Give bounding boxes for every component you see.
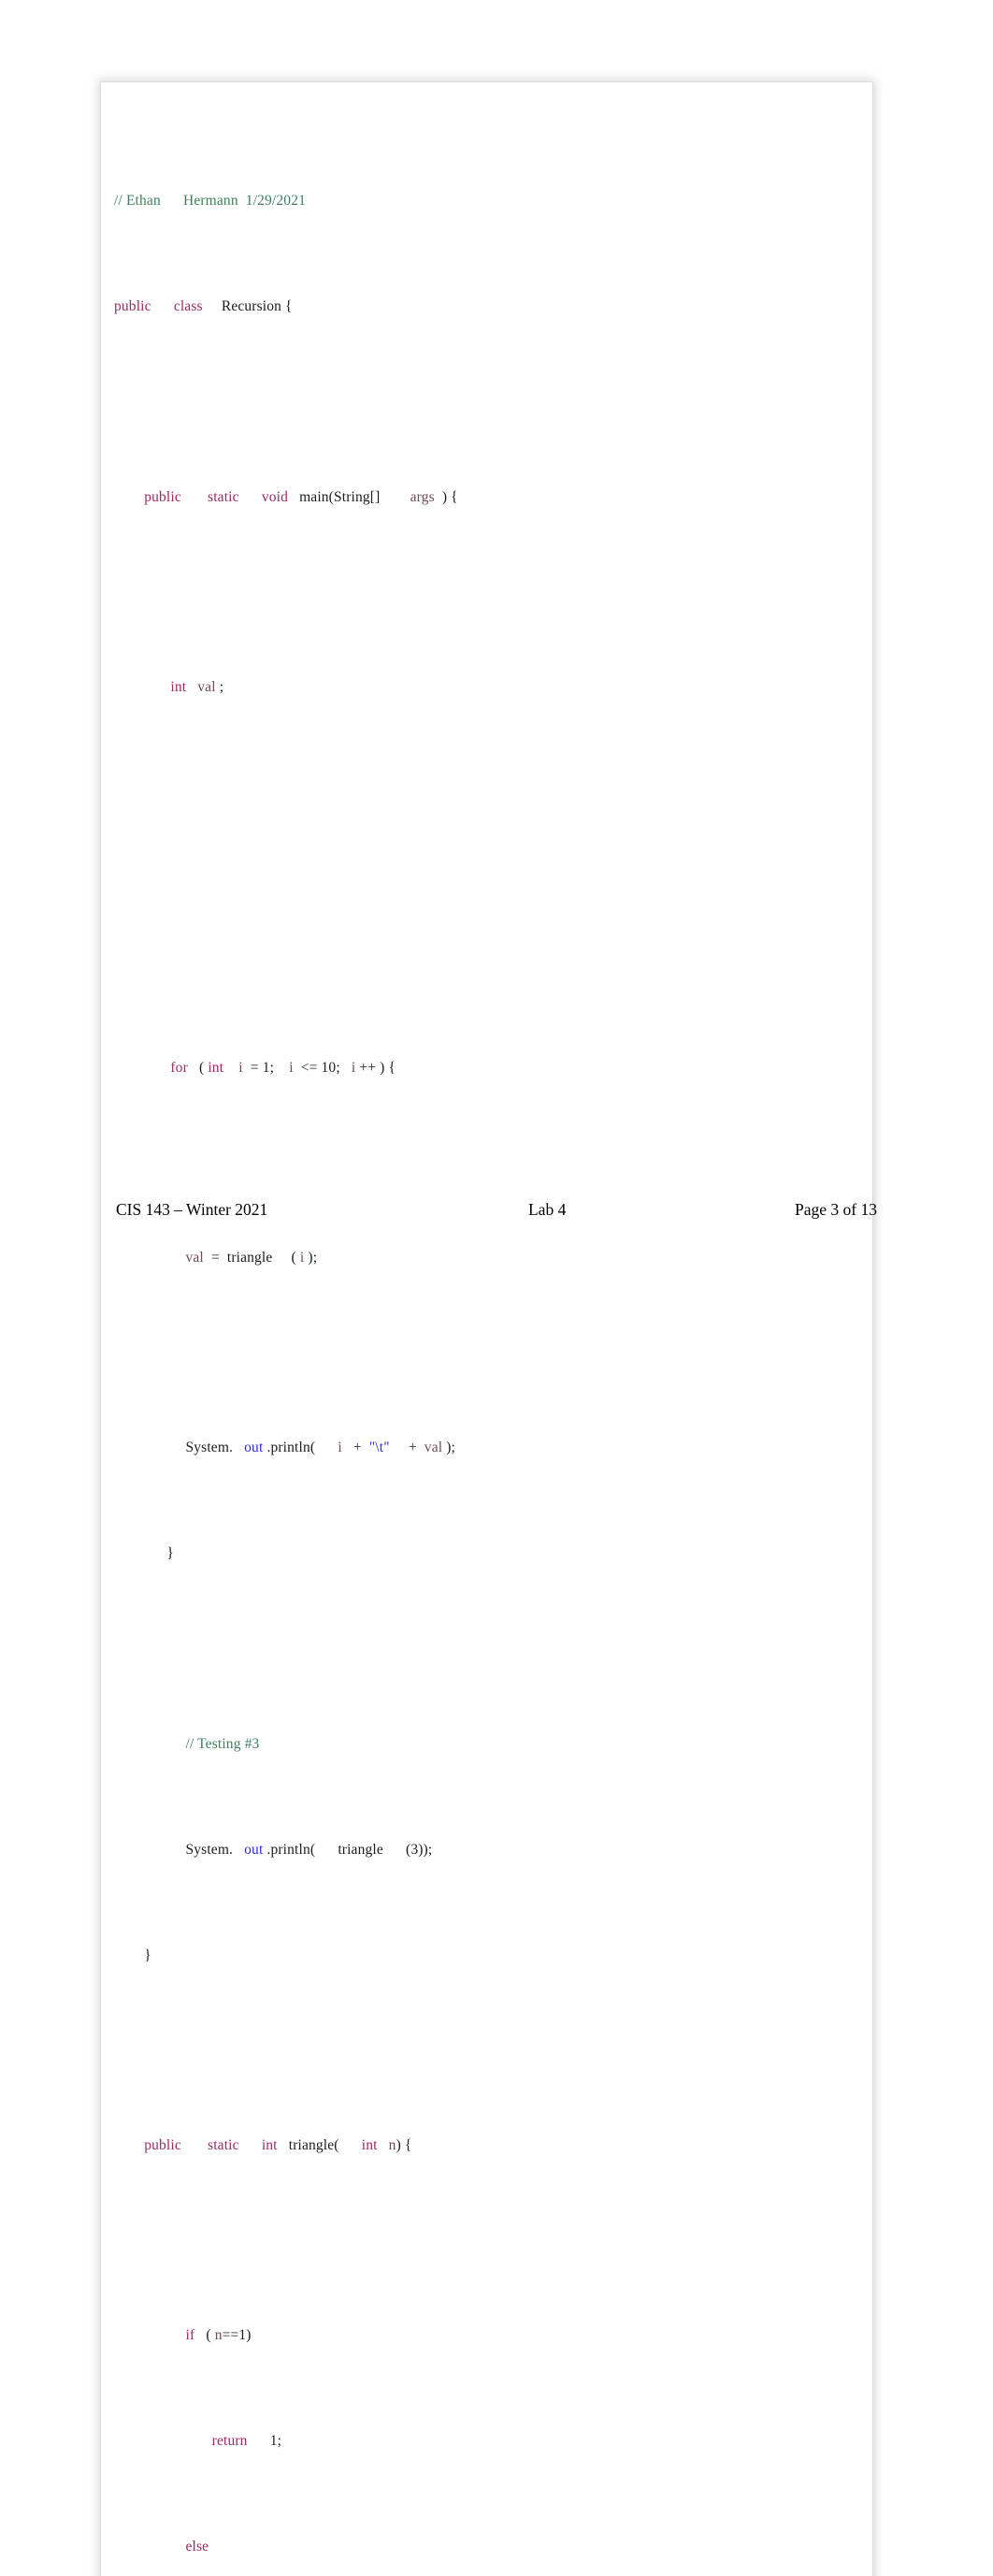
footer-page-number: Page 3 of 13 bbox=[795, 1200, 877, 1219]
keyword-int: int bbox=[261, 2137, 278, 2153]
code-line-declare-val: int val ; bbox=[114, 677, 859, 699]
keyword-int: int bbox=[208, 1059, 224, 1076]
semicolon: ; bbox=[219, 679, 224, 696]
system-qualifier: System. bbox=[185, 1440, 234, 1456]
code-line-close-main: } bbox=[114, 1946, 859, 1967]
operator-plus: + bbox=[408, 1440, 417, 1456]
footer-assignment: Lab 4 bbox=[527, 1200, 567, 1219]
keyword-static: static bbox=[208, 488, 239, 505]
class-name-recursion: Recursion { bbox=[221, 298, 293, 315]
method-println: .println( bbox=[266, 1440, 316, 1456]
code-line-if: if ( n==1) bbox=[114, 2325, 859, 2347]
keyword-static: static bbox=[208, 2137, 239, 2153]
document-page: // Ethan Hermann 1/29/2021 public class … bbox=[0, 0, 993, 2576]
call-triangle-arg: (3)); bbox=[406, 1841, 433, 1858]
call-triangle: triangle bbox=[338, 1841, 383, 1858]
closing-brace: } bbox=[166, 1545, 174, 1562]
string-literal-tab: "\t" bbox=[368, 1440, 390, 1456]
keyword-class: class bbox=[173, 298, 203, 315]
comment-date: 1/29/2021 bbox=[245, 193, 307, 210]
system-qualifier: System. bbox=[185, 1841, 234, 1858]
keyword-public: public bbox=[144, 488, 181, 505]
keyword-else: else bbox=[185, 2539, 209, 2555]
code-line-assign-val: val = triangle ( i ); bbox=[114, 1248, 859, 1269]
method-name-main: main(String[] bbox=[299, 488, 381, 505]
code-line-triangle-signature: public static int triangle( int n) { bbox=[114, 2135, 859, 2157]
call-triangle: = triangle bbox=[210, 1250, 273, 1266]
code-line-for-loop: for ( int i = 1; i <= 10; i ++ ) { bbox=[114, 1058, 859, 1079]
loop-init: = 1; bbox=[250, 1059, 275, 1076]
variable-n: n bbox=[214, 2327, 223, 2344]
paren-close: ); bbox=[446, 1440, 455, 1456]
argument-val: val bbox=[424, 1440, 443, 1456]
code-lines: // Ethan Hermann 1/29/2021 public class … bbox=[114, 107, 859, 2576]
code-line-main-signature: public static void main(String[] args ) … bbox=[114, 487, 859, 509]
code-line-println-loop: System. out .println( i + "\t" + val ); bbox=[114, 1438, 859, 1459]
code-line-class-decl: public class Recursion { bbox=[114, 297, 859, 318]
main-open-brace: ) { bbox=[441, 488, 458, 505]
closing-brace: } bbox=[144, 1946, 151, 1963]
variable-val: val bbox=[197, 679, 216, 696]
if-condition: ==1) bbox=[222, 2327, 252, 2344]
keyword-void: void bbox=[261, 488, 288, 505]
code-line-testing-comment: // Testing #3 bbox=[114, 1734, 859, 1756]
comment-author-name: Hermann bbox=[183, 193, 238, 210]
code-line-println-test: System. out .println( triangle (3)); bbox=[114, 1840, 859, 1861]
keyword-int: int bbox=[170, 679, 187, 696]
operator-plus: + bbox=[353, 1440, 362, 1456]
footer-inner: CIS 143 – Winter 2021 Lab 4 Page 3 of 13 bbox=[116, 1200, 877, 1220]
method-println: .println( bbox=[266, 1841, 316, 1858]
code-line-close-for: } bbox=[114, 1543, 859, 1565]
paren-close: ); bbox=[304, 1250, 318, 1266]
param-args: args bbox=[410, 488, 435, 505]
triangle-open-brace: ) { bbox=[396, 2137, 412, 2153]
field-out: out bbox=[244, 1841, 264, 1858]
comment-author-prefix: // Ethan bbox=[114, 193, 161, 210]
code-line-header-comment: // Ethan Hermann 1/29/2021 bbox=[114, 191, 859, 212]
keyword-public: public bbox=[144, 2137, 181, 2153]
code-line-else: else bbox=[114, 2537, 859, 2558]
paren-open: ( bbox=[198, 1059, 209, 1076]
code-block: // Ethan Hermann 1/29/2021 public class … bbox=[101, 82, 872, 2576]
loop-increment: ++ ) { bbox=[359, 1059, 396, 1076]
comment-testing: // Testing #3 bbox=[185, 1735, 260, 1752]
footer-course-term: CIS 143 – Winter 2021 bbox=[116, 1200, 268, 1219]
param-n: n bbox=[388, 2137, 396, 2153]
keyword-if: if bbox=[185, 2327, 195, 2344]
keyword-return: return bbox=[211, 2433, 248, 2450]
method-name-triangle: triangle( bbox=[288, 2137, 339, 2153]
keyword-for: for bbox=[170, 1059, 188, 1076]
return-value: 1; bbox=[269, 2433, 282, 2450]
keyword-public: public bbox=[114, 298, 151, 315]
code-line-return-base: return 1; bbox=[114, 2431, 859, 2453]
keyword-int: int bbox=[361, 2137, 378, 2153]
field-out: out bbox=[244, 1440, 264, 1456]
loop-condition: <= 10; bbox=[300, 1059, 340, 1076]
variable-val: val bbox=[185, 1250, 204, 1266]
paren-open: ( bbox=[206, 2327, 215, 2344]
page-footer: CIS 143 – Winter 2021 Lab 4 Page 3 of 13 bbox=[0, 1200, 993, 1237]
paren-open: ( bbox=[291, 1250, 300, 1266]
